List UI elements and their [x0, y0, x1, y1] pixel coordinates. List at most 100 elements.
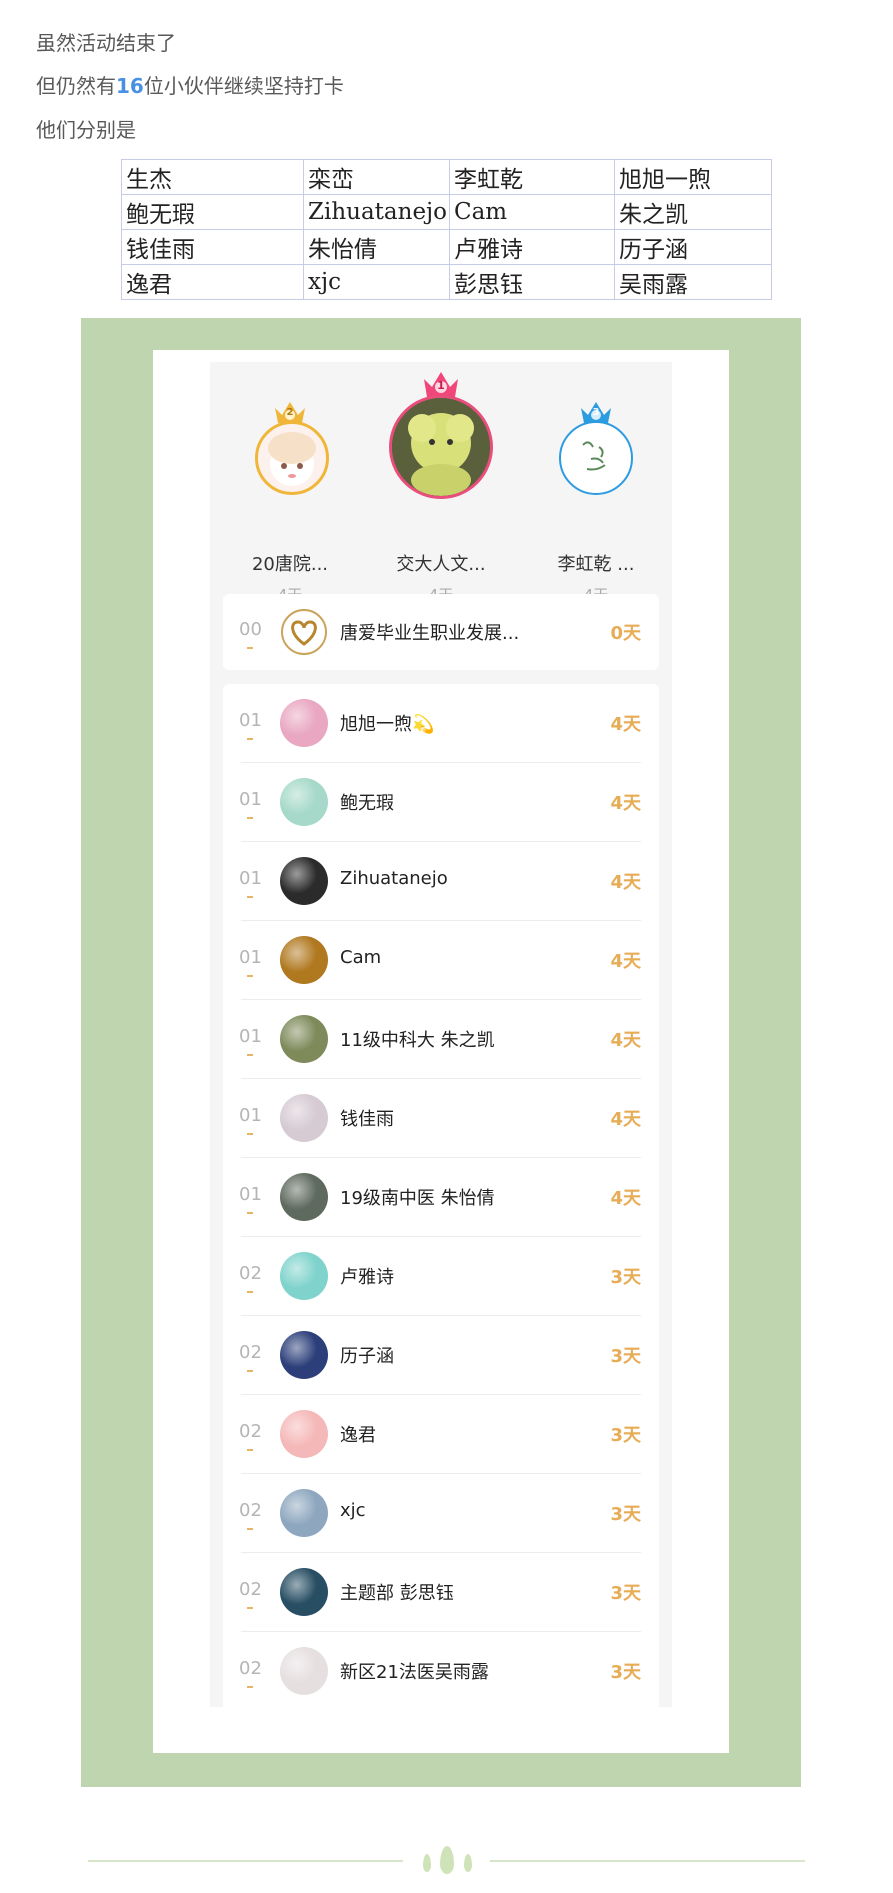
- podium-rank-badge: 2: [286, 407, 294, 418]
- list-item[interactable]: 02 历子涵 3天: [223, 1316, 659, 1395]
- names-table: 生杰 栾峦 李虹乾 旭旭一煦 鲍无瑕 Zihuatanejo Cam 朱之凯 钱…: [121, 159, 772, 300]
- list-item[interactable]: 02 主题部 彭思钰 3天: [223, 1553, 659, 1632]
- rank-number: 01: [239, 1184, 267, 1214]
- rank-number: 02: [239, 1263, 267, 1293]
- table-row: 逸君 xjc 彭思钰 吴雨露: [121, 264, 772, 300]
- avatar: [389, 395, 493, 499]
- row-days: 4天: [610, 1030, 641, 1051]
- table-row: 钱佳雨 朱怡倩 卢雅诗 历子涵: [121, 229, 772, 265]
- row-name: Zihuatanejo: [340, 868, 448, 889]
- list-item[interactable]: 01 Cam 4天: [223, 921, 659, 1000]
- avatar: [280, 1173, 328, 1221]
- row-name: 鲍无瑕: [340, 793, 394, 814]
- row-name: 新区21法医吴雨露: [340, 1662, 489, 1683]
- table-cell: 吴雨露: [614, 264, 772, 300]
- list-item[interactable]: 02 卢雅诗 3天: [223, 1237, 659, 1316]
- table-cell: 李虹乾: [449, 159, 615, 195]
- leaderboard: 2 20唐院... 4天 1: [210, 362, 672, 1707]
- intro-line-1: 虽然活动结束了: [36, 31, 176, 55]
- intro-line-2-after: 位小伙伴继续坚持打卡: [143, 74, 344, 98]
- row-days: 4天: [610, 714, 641, 735]
- self-rank-card[interactable]: 00 唐爱毕业生职业发展... 0天: [223, 594, 659, 670]
- rank-number: 01: [239, 1105, 267, 1135]
- row-name: 卢雅诗: [340, 1267, 394, 1288]
- table-cell: 彭思钰: [449, 264, 615, 300]
- rank-number: 01: [239, 710, 267, 740]
- heart-logo-icon: [280, 608, 328, 656]
- row-name: 19级南中医 朱怡倩: [340, 1188, 495, 1209]
- rank-number: 02: [239, 1500, 267, 1530]
- row-days: 3天: [610, 1267, 641, 1288]
- list-item[interactable]: 01 钱佳雨 4天: [223, 1079, 659, 1158]
- row-name: Cam: [340, 947, 382, 968]
- rank-number: 01: [239, 789, 267, 819]
- row-days: 3天: [610, 1504, 641, 1525]
- intro-count: 16: [116, 74, 144, 98]
- row-days: 3天: [610, 1583, 641, 1604]
- table-cell: Cam: [449, 194, 615, 230]
- ranking-list: 01 旭旭一煦💫 4天 01 鲍无瑕 4天 01 Zihuatanejo 4天 01 Cam 4天 01…: [223, 684, 659, 1707]
- rank-number: 01: [239, 947, 267, 977]
- table-cell: 栾峦: [303, 159, 450, 195]
- avatar: [280, 936, 328, 984]
- table-cell: 朱怡倩: [303, 229, 450, 265]
- footer-divider: [490, 1860, 805, 1862]
- avatar: [280, 1094, 328, 1142]
- row-days: 4天: [610, 1109, 641, 1130]
- row-name: 唐爱毕业生职业发展...: [340, 623, 520, 644]
- list-item[interactable]: 02 xjc 3天: [223, 1474, 659, 1553]
- row-name: 历子涵: [340, 1346, 394, 1367]
- table-cell: 朱之凯: [614, 194, 772, 230]
- list-item[interactable]: 01 19级南中医 朱怡倩 4天: [223, 1158, 659, 1237]
- rank-number: 00: [239, 619, 267, 649]
- footer-divider: [88, 1860, 403, 1862]
- row-days: 4天: [610, 872, 641, 893]
- rank-number: 02: [239, 1342, 267, 1372]
- list-item[interactable]: 02 新区21法医吴雨露 3天: [223, 1632, 659, 1707]
- podium-name: 交大人文...: [396, 554, 486, 575]
- avatar: [280, 1410, 328, 1458]
- rank-number: 02: [239, 1658, 267, 1688]
- row-days: 4天: [610, 793, 641, 814]
- list-item[interactable]: 01 11级中科大 朱之凯 4天: [223, 1000, 659, 1079]
- intro-line-2: 但仍然有16位小伙伴继续坚持打卡: [36, 72, 344, 100]
- row-name: 主题部 彭思钰: [340, 1583, 454, 1604]
- table-cell: 逸君: [121, 264, 304, 300]
- table-cell: 生杰: [121, 159, 304, 195]
- intro-line-2-before: 但仍然有: [36, 74, 116, 98]
- rank-number: 01: [239, 1026, 267, 1056]
- podium-rank-badge: 1: [437, 379, 445, 392]
- podium-name: 20唐院...: [251, 554, 329, 575]
- row-name: 11级中科大 朱之凯: [340, 1030, 495, 1051]
- row-days: 4天: [610, 1188, 641, 1209]
- avatar: [255, 421, 329, 495]
- row-name: 旭旭一煦💫: [340, 714, 435, 735]
- row-name: xjc: [340, 1500, 366, 1521]
- table-cell: 旭旭一煦: [614, 159, 772, 195]
- table-cell: Zihuatanejo: [303, 194, 450, 230]
- row-name: 逸君: [340, 1425, 376, 1446]
- row-days: 4天: [610, 951, 641, 972]
- table-row: 鲍无瑕 Zihuatanejo Cam 朱之凯: [121, 194, 772, 230]
- list-item[interactable]: 02 逸君 3天: [223, 1395, 659, 1474]
- row-name: 钱佳雨: [340, 1109, 394, 1130]
- row-days: 3天: [610, 1425, 641, 1446]
- list-item[interactable]: 01 旭旭一煦💫 4天: [223, 684, 659, 763]
- table-cell: xjc: [303, 264, 450, 300]
- table-cell: 历子涵: [614, 229, 772, 265]
- table-row: 生杰 栾峦 李虹乾 旭旭一煦: [121, 159, 772, 195]
- avatar: [280, 699, 328, 747]
- rank-number: 02: [239, 1421, 267, 1451]
- avatar: [280, 1489, 328, 1537]
- list-item[interactable]: 01 鲍无瑕 4天: [223, 763, 659, 842]
- table-cell: 钱佳雨: [121, 229, 304, 265]
- avatar: [280, 1252, 328, 1300]
- list-item[interactable]: 00 唐爱毕业生职业发展... 0天: [223, 593, 659, 672]
- avatar: [559, 421, 633, 495]
- rank-number: 02: [239, 1579, 267, 1609]
- podium-rank-badge: 3: [592, 407, 600, 418]
- list-item[interactable]: 01 Zihuatanejo 4天: [223, 842, 659, 921]
- avatar: [280, 778, 328, 826]
- row-days: 3天: [610, 1346, 641, 1367]
- row-days: 0天: [610, 623, 641, 644]
